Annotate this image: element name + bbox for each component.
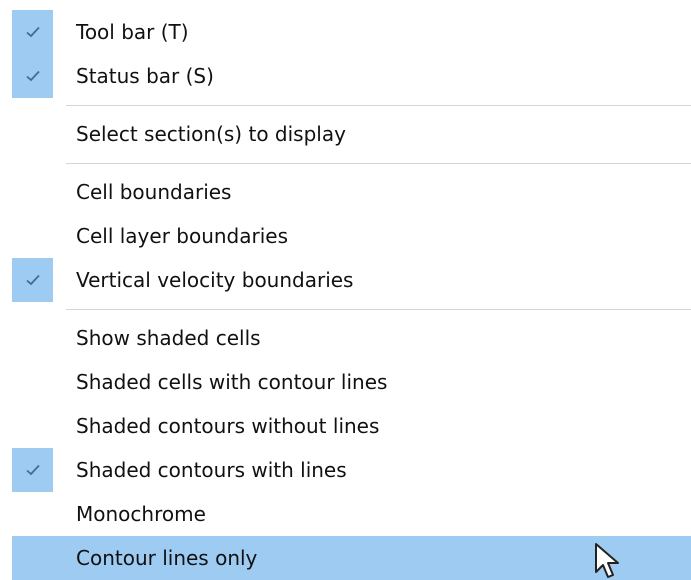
check-cell — [12, 214, 53, 258]
menu-item-label: Cell layer boundaries — [76, 224, 289, 248]
check-cell — [12, 536, 53, 580]
check-icon — [25, 70, 40, 82]
menu-item-label: Show shaded cells — [76, 326, 261, 350]
view-context-menu: Tool bar (T) Status bar (S) Select secti… — [0, 0, 691, 580]
menu-separator — [66, 105, 691, 106]
menu-item-label: Monochrome — [76, 502, 206, 526]
menu-separator — [66, 163, 691, 164]
menu-item-cell-layer-boundaries[interactable]: Cell layer boundaries — [12, 214, 691, 258]
check-cell — [12, 448, 53, 492]
check-cell — [12, 316, 53, 360]
mouse-pointer-icon — [595, 543, 619, 578]
menu-item-label: Cell boundaries — [76, 180, 232, 204]
menu-item-label: Select section(s) to display — [76, 122, 346, 146]
menu-separator — [66, 309, 691, 310]
check-cell — [12, 492, 53, 536]
menu-item-tool-bar[interactable]: Tool bar (T) — [12, 10, 691, 54]
check-cell — [12, 112, 53, 156]
check-cell — [12, 54, 53, 98]
menu-item-label: Shaded contours without lines — [76, 414, 380, 438]
menu-item-status-bar[interactable]: Status bar (S) — [12, 54, 691, 98]
menu-item-shaded-contours-without-lines[interactable]: Shaded contours without lines — [12, 404, 691, 448]
check-cell — [12, 170, 53, 214]
menu-item-label: Shaded contours with lines — [76, 458, 347, 482]
check-cell — [12, 360, 53, 404]
menu-item-label: Shaded cells with contour lines — [76, 370, 388, 394]
menu-item-select-sections[interactable]: Select section(s) to display — [12, 112, 691, 156]
menu-item-shaded-cells-contour-lines[interactable]: Shaded cells with contour lines — [12, 360, 691, 404]
menu-item-label: Status bar (S) — [76, 64, 214, 88]
check-icon — [25, 274, 40, 286]
check-icon — [25, 26, 40, 38]
menu-item-cell-boundaries[interactable]: Cell boundaries — [12, 170, 691, 214]
check-cell — [12, 258, 53, 302]
menu-item-vertical-velocity-boundaries[interactable]: Vertical velocity boundaries — [12, 258, 691, 302]
menu-item-contour-lines-only[interactable]: Contour lines only — [12, 536, 691, 580]
menu-item-shaded-contours-with-lines[interactable]: Shaded contours with lines — [12, 448, 691, 492]
menu-item-show-shaded-cells[interactable]: Show shaded cells — [12, 316, 691, 360]
menu-item-label: Contour lines only — [76, 546, 258, 570]
check-cell — [12, 10, 53, 54]
menu-item-label: Tool bar (T) — [76, 20, 189, 44]
menu-item-monochrome[interactable]: Monochrome — [12, 492, 691, 536]
menu-item-label: Vertical velocity boundaries — [76, 268, 354, 292]
check-icon — [25, 464, 40, 476]
check-cell — [12, 404, 53, 448]
